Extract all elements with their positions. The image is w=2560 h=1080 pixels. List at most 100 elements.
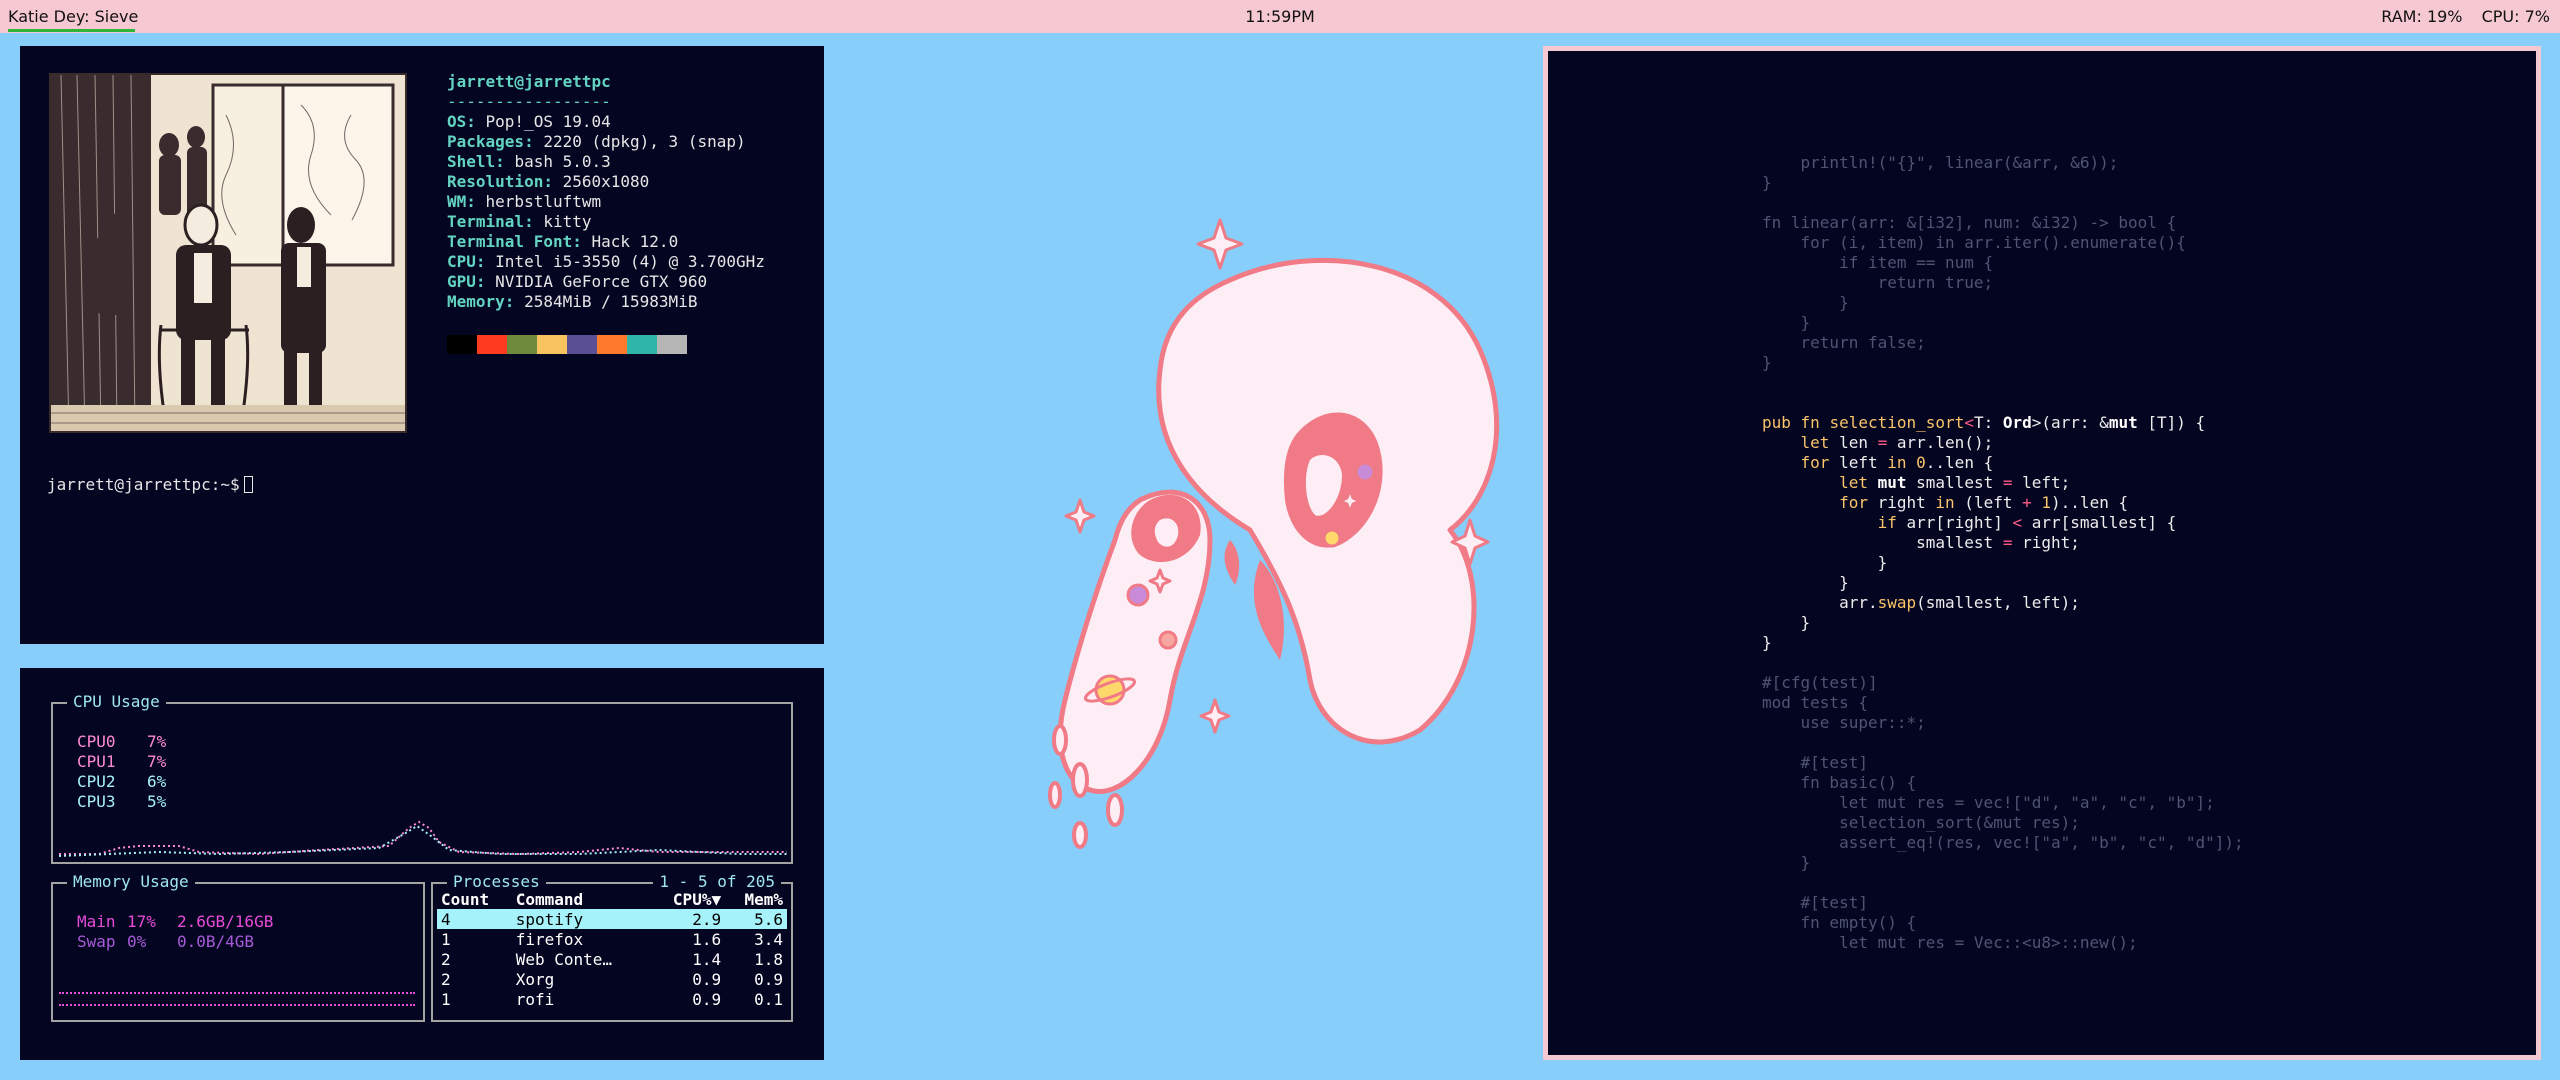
code-line: } <box>1762 293 1849 312</box>
code-line: smallest = right; <box>1762 533 2080 552</box>
info-row-memory: Memory: 2584MiB / 15983MiB <box>447 292 698 311</box>
cpu-list: CPU0 7% CPU1 7% CPU2 6% CPU3 5% <box>77 732 166 812</box>
code-line: } <box>1762 173 1772 192</box>
info-row-os: OS: Pop!_OS 19.04 <box>447 112 611 131</box>
info-row-terminal-font: Terminal Font: Hack 12.0 <box>447 232 679 251</box>
code-line: pub fn selection_sort<T: Ord>(arr: &mut … <box>1762 413 2206 432</box>
code-line: } <box>1762 573 1849 592</box>
code-line: fn basic() { <box>1762 773 1917 792</box>
code-line: for left in 0..len { <box>1800 453 1994 472</box>
code-line: if item == num { <box>1762 253 1994 272</box>
table-row[interactable]: 2 Xorg 0.9 0.9 <box>437 969 787 989</box>
code-line: } <box>1762 613 1811 632</box>
code-line: #[test] <box>1762 893 1868 912</box>
info-row-shell: Shell: bash 5.0.3 <box>447 152 611 171</box>
color-palette <box>447 335 687 354</box>
code-line: } <box>1762 853 1811 872</box>
col-command[interactable]: Command <box>512 889 651 909</box>
memory-usage-title: Memory Usage <box>67 872 195 891</box>
code-line: println!("{}", linear(&arr, &6)); <box>1762 153 2119 172</box>
palette-swatch <box>537 335 567 354</box>
code-line: return false; <box>1762 333 1926 352</box>
main-memory-graph <box>59 992 415 994</box>
engraving-artwork <box>49 73 407 433</box>
code-line: } <box>1762 313 1811 332</box>
table-row[interactable]: 1 rofi 0.9 0.1 <box>437 989 787 1009</box>
code-line: let mut res = vec!["d", "a", "c", "b"]; <box>1762 793 2215 812</box>
code-line: } <box>1762 553 1888 572</box>
prompt-text: jarrett@jarrettpc:~$ <box>47 475 240 494</box>
code-line: let mut res = Vec::<u8>::new(); <box>1762 933 2138 952</box>
wallpaper-skull-illustration <box>1048 218 1500 849</box>
system-info: jarrett@jarrettpc ----------------- OS: … <box>447 72 765 312</box>
code-line: use super::*; <box>1762 713 1926 732</box>
code-line: let mut smallest = left; <box>1839 473 2071 492</box>
system-stats: RAM: 19% CPU: 7% <box>2367 7 2550 26</box>
code-line: for (i, item) in arr.iter().enumerate(){ <box>1762 233 2186 252</box>
cpu-usage-panel: CPU Usage CPU0 7% CPU1 7% CPU2 6% CPU3 5% <box>51 692 793 864</box>
code-line: } <box>1762 353 1772 372</box>
code-line: for right in (left + 1)..len { <box>1839 493 2129 512</box>
top-status-bar: Katie Dey: Sieve 11:59PM RAM: 19% CPU: 7… <box>0 0 2560 33</box>
palette-swatch <box>447 335 477 354</box>
col-count[interactable]: Count <box>437 889 512 909</box>
ram-stat: RAM: 19% <box>2381 7 2463 26</box>
palette-swatch <box>567 335 597 354</box>
cpu-usage-title: CPU Usage <box>67 692 166 711</box>
code-line: fn linear(arr: &[i32], num: &i32) -> boo… <box>1762 213 2177 232</box>
table-row[interactable]: 4 spotify 2.9 5.6 <box>437 909 787 929</box>
palette-swatch <box>597 335 627 354</box>
palette-swatch <box>507 335 537 354</box>
code-line: fn empty() { <box>1762 913 1917 932</box>
code-line: arr.swap(smallest, left); <box>1762 593 2080 612</box>
code-line: #[test] <box>1762 753 1868 772</box>
info-row-cpu: CPU: Intel i5-3550 (4) @ 3.700GHz <box>447 252 765 271</box>
gotop-terminal[interactable]: CPU Usage CPU0 7% CPU1 7% CPU2 6% CPU3 5% Me… <box>20 668 824 1060</box>
clock: 11:59PM <box>1245 7 1315 26</box>
palette-swatch <box>657 335 687 354</box>
neofetch-terminal[interactable]: jarrett@jarrettpc ----------------- OS: … <box>20 46 824 644</box>
code-line: let len = arr.len(); <box>1800 433 1994 452</box>
process-table-header: Count Command CPU%▼ Mem% <box>437 889 787 909</box>
code-line: return true; <box>1762 273 1994 292</box>
code-editor-terminal[interactable]: println!("{}", linear(&arr, &6));} fn li… <box>1543 46 2541 1060</box>
cpu-row: CPU0 7% <box>77 732 167 751</box>
table-row[interactable]: 1 firefox 1.6 3.4 <box>437 929 787 949</box>
code-line: #[cfg(test)] <box>1762 673 1878 692</box>
code-line: if arr[right] < arr[smallest] { <box>1877 513 2177 532</box>
cpu-stat: CPU: 7% <box>2481 7 2550 26</box>
code-line: assert_eq!(res, vec!["a", "b", "c", "d"]… <box>1762 833 2244 852</box>
processes-panel: Processes 1 - 5 of 205 Count Command CPU… <box>431 872 793 1022</box>
palette-swatch <box>627 335 657 354</box>
col-cpu[interactable]: CPU%▼ <box>650 889 725 909</box>
text-cursor <box>243 476 253 493</box>
info-row-resolution: Resolution: 2560x1080 <box>447 172 650 191</box>
user-host: jarrett@jarrettpc <box>447 72 611 91</box>
palette-swatch <box>477 335 507 354</box>
info-separator: ----------------- <box>447 92 611 111</box>
memory-row-main: Main 17% 2.6GB/16GB <box>77 912 274 931</box>
source-code[interactable]: println!("{}", linear(&arr, &6));} fn li… <box>1762 153 2244 953</box>
cpu-usage-graph <box>59 820 787 857</box>
swap-memory-graph <box>59 1004 415 1006</box>
process-table[interactable]: Count Command CPU%▼ Mem% 4 spotify 2.9 5.6 … <box>437 889 787 1009</box>
shell-prompt[interactable]: jarrett@jarrettpc:~$ <box>47 475 253 494</box>
code-line: } <box>1762 633 1772 652</box>
memory-row-swap: Swap 0% 0.0B/4GB <box>77 932 255 951</box>
info-row-wm: WM: herbstluftwm <box>447 192 602 211</box>
col-mem[interactable]: Mem% <box>725 889 787 909</box>
code-line: selection_sort(&mut res); <box>1762 813 2080 832</box>
cpu-row: CPU1 7% <box>77 752 167 771</box>
memory-usage-panel: Memory Usage Main 17% 2.6GB/16GB Swap 0% 0.0… <box>51 872 425 1022</box>
info-row-terminal: Terminal: kitty <box>447 212 592 231</box>
memory-list: Main 17% 2.6GB/16GB Swap 0% 0.0B/4GB <box>77 912 273 952</box>
cpu-row: CPU2 6% <box>77 772 167 791</box>
table-row[interactable]: 2 Web Conte… 1.4 1.8 <box>437 949 787 969</box>
info-row-packages: Packages: 2220 (dpkg), 3 (snap) <box>447 132 746 151</box>
